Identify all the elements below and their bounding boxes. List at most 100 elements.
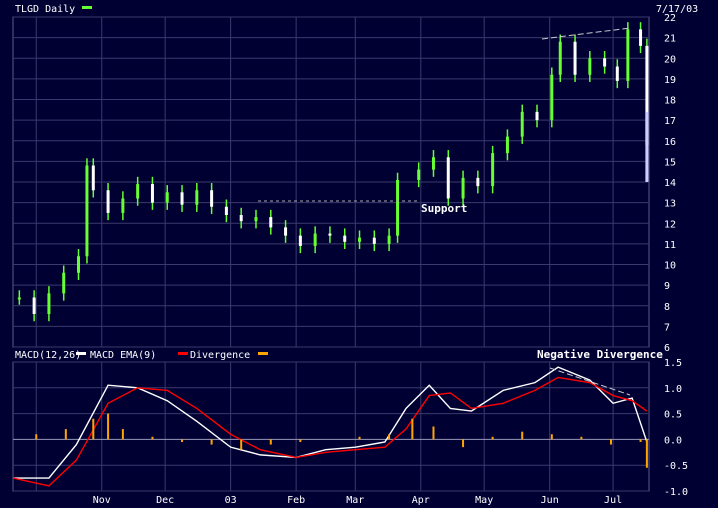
macd-tick-label: 1.0 xyxy=(664,384,682,395)
price-tick-label: 17 xyxy=(664,116,676,127)
price-candle xyxy=(431,157,435,170)
price-candle xyxy=(396,179,400,236)
macd-histogram-bar xyxy=(240,439,243,450)
macd-legend-swatch xyxy=(76,352,86,355)
price-candle xyxy=(210,190,214,207)
macd-histogram-bar xyxy=(64,429,67,440)
price-candle xyxy=(239,215,243,222)
macd-histogram-bar xyxy=(645,439,648,468)
price-candle-last xyxy=(645,111,649,182)
macd-x-tick-label: Jul xyxy=(604,495,622,506)
chart-root: TLGD Daily 7/17/03 6 7 8 9 10 11 12 13 14 15 16 17 1… xyxy=(12,4,698,506)
price-tick-label: 10 xyxy=(664,261,676,272)
macd-legend-label: MACD(12,26) xyxy=(15,350,81,361)
price-candle xyxy=(195,190,199,205)
macd-histogram-bar xyxy=(92,418,95,440)
macd-histogram-bar xyxy=(358,436,361,440)
macd-histogram-bar xyxy=(107,413,110,440)
price-candle xyxy=(387,235,391,244)
price-date-label: 7/17/03 xyxy=(656,4,698,15)
price-candle xyxy=(476,177,480,187)
macd-histogram-bar xyxy=(388,434,391,440)
price-candle xyxy=(254,217,258,222)
price-candle xyxy=(505,136,509,154)
macd-x-tick-label: Apr xyxy=(412,495,430,506)
macd-histogram-bar xyxy=(609,439,612,445)
macd-x-ticks: Nov Dec 03 Feb Mar Apr May Jun Jul xyxy=(93,495,622,506)
price-candle xyxy=(639,29,643,46)
price-candle xyxy=(573,41,577,75)
price-candle xyxy=(165,192,169,203)
macd-tick-label: 1.5 xyxy=(664,358,682,369)
macd-tick-label: 0.0 xyxy=(664,435,682,446)
price-candle xyxy=(491,153,495,187)
price-candle xyxy=(626,29,630,81)
price-candle xyxy=(121,198,125,213)
price-candle xyxy=(136,184,140,199)
price-tick-label: 9 xyxy=(664,281,670,292)
macd-legend-swatch xyxy=(178,352,188,355)
macd-histogram-bar xyxy=(462,439,465,448)
price-tick-label: 16 xyxy=(664,137,676,148)
price-candle xyxy=(298,235,302,246)
price-tick-label: 11 xyxy=(664,240,676,251)
price-candle xyxy=(417,169,421,180)
macd-x-tick-label: Mar xyxy=(346,495,364,506)
macd-histogram-bar xyxy=(35,434,38,440)
price-tick-label: 18 xyxy=(664,96,676,107)
price-candle xyxy=(461,177,465,199)
negative-divergence-annotation: Negative Divergence xyxy=(537,348,663,361)
price-tick-label: 8 xyxy=(664,302,670,313)
macd-y-ticks: -1.0 -0.5 0.0 0.5 1.0 1.5 xyxy=(664,358,688,498)
price-tick-label: 21 xyxy=(664,34,676,45)
price-candle xyxy=(77,256,81,273)
price-candle xyxy=(615,66,619,81)
price-candle xyxy=(558,41,562,75)
price-tick-label: 20 xyxy=(664,54,676,65)
macd-histogram-bar xyxy=(151,436,154,440)
price-candle xyxy=(372,237,376,244)
price-candle xyxy=(520,111,524,137)
price-candle xyxy=(47,293,51,314)
macd-histogram-bar xyxy=(269,439,272,445)
macd-legend: MACD(12,26) MACD EMA(9) Divergence xyxy=(15,350,268,361)
macd-x-tick-label: 03 xyxy=(225,495,237,506)
price-candle xyxy=(550,74,554,121)
price-panel: TLGD Daily 7/17/03 6 7 8 9 10 11 12 13 14 15 16 17 1… xyxy=(12,4,698,354)
price-tick-label: 6 xyxy=(664,343,670,354)
macd-histogram-bar xyxy=(521,431,524,440)
macd-histogram-bar xyxy=(210,439,213,445)
macd-x-tick-label: May xyxy=(475,495,493,506)
price-candle xyxy=(62,272,66,294)
price-candle xyxy=(17,297,21,300)
macd-histogram-bar xyxy=(121,429,124,440)
macd-histogram-bar xyxy=(299,439,302,442)
price-tick-label: 13 xyxy=(664,199,676,210)
macd-x-tick-label: Nov xyxy=(93,495,111,506)
price-candle xyxy=(106,190,110,213)
macd-legend-label: Divergence xyxy=(190,350,250,361)
price-candle xyxy=(535,111,539,121)
price-tick-label: 19 xyxy=(664,75,676,86)
price-candle xyxy=(343,235,347,242)
macd-histogram-bar xyxy=(550,434,553,440)
price-candle xyxy=(358,237,362,242)
price-legend-swatch xyxy=(82,6,92,9)
macd-panel: MACD(12,26) MACD EMA(9) Divergence Negativ… xyxy=(12,348,688,506)
price-tick-label: 15 xyxy=(664,157,676,168)
price-candle xyxy=(150,184,154,203)
support-annotation: Support xyxy=(421,202,467,215)
macd-histogram-bar xyxy=(639,439,642,442)
price-candle xyxy=(313,233,317,246)
price-chart-title: TLGD Daily xyxy=(15,4,75,15)
price-candle xyxy=(180,192,184,205)
price-tick-label: 22 xyxy=(664,13,676,24)
price-tick-label: 7 xyxy=(664,322,670,333)
macd-tick-label: 0.5 xyxy=(664,410,682,421)
price-candle xyxy=(269,217,273,228)
macd-tick-label: -1.0 xyxy=(664,487,688,498)
macd-histogram-bar xyxy=(580,436,583,440)
macd-tick-label: -0.5 xyxy=(664,461,688,472)
price-candle xyxy=(91,165,95,191)
macd-x-tick-label: Dec xyxy=(156,495,174,506)
